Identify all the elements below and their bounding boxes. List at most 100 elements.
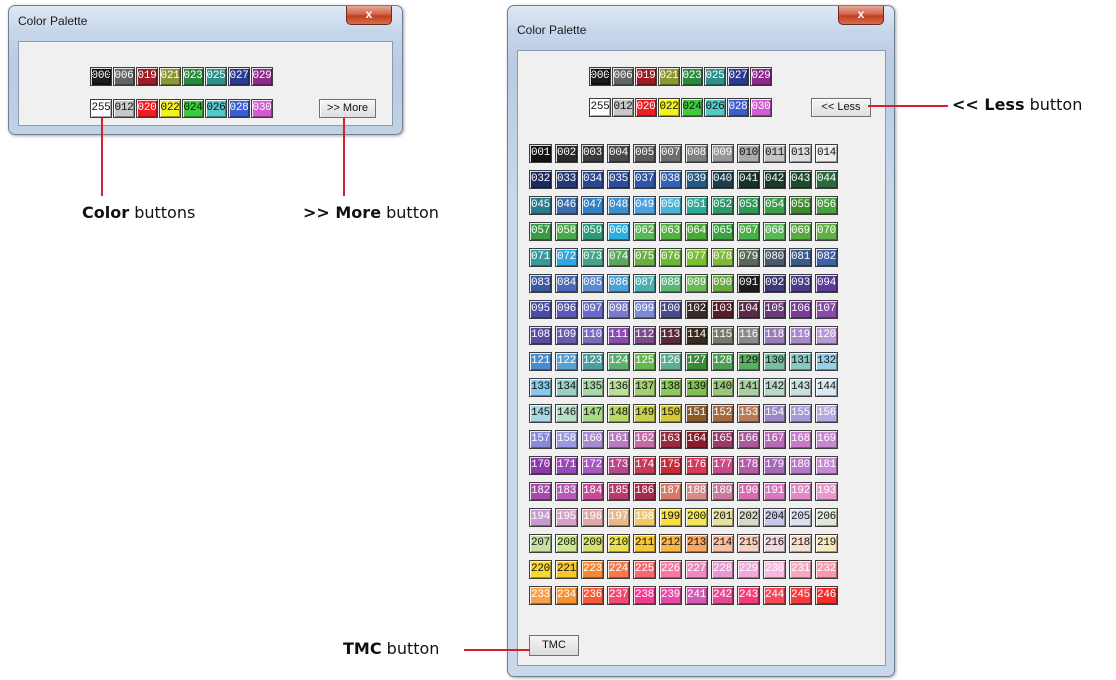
- color-button-135[interactable]: 135: [581, 378, 604, 397]
- color-button-022[interactable]: 022: [658, 98, 680, 117]
- color-button-198[interactable]: 198: [633, 508, 656, 527]
- color-button-140[interactable]: 140: [711, 378, 734, 397]
- color-button-001[interactable]: 001: [529, 144, 552, 163]
- color-button-244[interactable]: 244: [763, 586, 786, 605]
- color-button-114[interactable]: 114: [685, 326, 708, 345]
- color-button-044[interactable]: 044: [815, 170, 838, 189]
- color-button-169[interactable]: 169: [815, 430, 838, 449]
- color-button-211[interactable]: 211: [633, 534, 656, 553]
- color-button-218[interactable]: 218: [789, 534, 812, 553]
- color-button-063[interactable]: 063: [659, 222, 682, 241]
- color-button-049[interactable]: 049: [633, 196, 656, 215]
- color-button-040[interactable]: 040: [711, 170, 734, 189]
- color-button-032[interactable]: 032: [529, 170, 552, 189]
- color-button-118[interactable]: 118: [763, 326, 786, 345]
- color-button-024[interactable]: 024: [182, 99, 204, 118]
- color-button-242[interactable]: 242: [711, 586, 734, 605]
- color-button-109[interactable]: 109: [555, 326, 578, 345]
- color-button-143[interactable]: 143: [789, 378, 812, 397]
- color-button-209[interactable]: 209: [581, 534, 604, 553]
- color-button-180[interactable]: 180: [789, 456, 812, 475]
- color-button-047[interactable]: 047: [581, 196, 604, 215]
- color-button-095[interactable]: 095: [529, 300, 552, 319]
- color-button-153[interactable]: 153: [737, 404, 760, 423]
- color-button-116[interactable]: 116: [737, 326, 760, 345]
- close-button[interactable]: x: [838, 6, 884, 25]
- color-button-067[interactable]: 067: [737, 222, 760, 241]
- color-button-168[interactable]: 168: [789, 430, 812, 449]
- color-button-054[interactable]: 054: [763, 196, 786, 215]
- color-button-230[interactable]: 230: [763, 560, 786, 579]
- color-button-009[interactable]: 009: [711, 144, 734, 163]
- color-button-072[interactable]: 072: [555, 248, 578, 267]
- color-button-224[interactable]: 224: [607, 560, 630, 579]
- color-button-025[interactable]: 025: [704, 67, 726, 86]
- color-button-161[interactable]: 161: [607, 430, 630, 449]
- color-button-075[interactable]: 075: [633, 248, 656, 267]
- color-button-065[interactable]: 065: [711, 222, 734, 241]
- color-button-231[interactable]: 231: [789, 560, 812, 579]
- color-button-233[interactable]: 233: [529, 586, 552, 605]
- more-button[interactable]: >> More: [319, 99, 376, 118]
- color-button-073[interactable]: 073: [581, 248, 604, 267]
- color-button-122[interactable]: 122: [555, 352, 578, 371]
- color-button-131[interactable]: 131: [789, 352, 812, 371]
- color-button-170[interactable]: 170: [529, 456, 552, 475]
- color-button-142[interactable]: 142: [763, 378, 786, 397]
- color-button-069[interactable]: 069: [789, 222, 812, 241]
- color-button-255[interactable]: 255: [90, 99, 112, 118]
- color-button-014[interactable]: 014: [815, 144, 838, 163]
- color-button-148[interactable]: 148: [607, 404, 630, 423]
- color-button-035[interactable]: 035: [607, 170, 630, 189]
- color-button-057[interactable]: 057: [529, 222, 552, 241]
- color-button-194[interactable]: 194: [529, 508, 552, 527]
- color-button-129[interactable]: 129: [737, 352, 760, 371]
- color-button-220[interactable]: 220: [529, 560, 552, 579]
- color-button-232[interactable]: 232: [815, 560, 838, 579]
- color-button-126[interactable]: 126: [659, 352, 682, 371]
- color-button-243[interactable]: 243: [737, 586, 760, 605]
- color-button-188[interactable]: 188: [685, 482, 708, 501]
- color-button-150[interactable]: 150: [659, 404, 682, 423]
- color-button-104[interactable]: 104: [737, 300, 760, 319]
- color-button-137[interactable]: 137: [633, 378, 656, 397]
- color-button-005[interactable]: 005: [633, 144, 656, 163]
- color-button-021[interactable]: 021: [159, 67, 181, 86]
- color-button-070[interactable]: 070: [815, 222, 838, 241]
- color-button-110[interactable]: 110: [581, 326, 604, 345]
- color-button-208[interactable]: 208: [555, 534, 578, 553]
- color-button-127[interactable]: 127: [685, 352, 708, 371]
- color-button-045[interactable]: 045: [529, 196, 552, 215]
- color-button-103[interactable]: 103: [711, 300, 734, 319]
- color-button-200[interactable]: 200: [685, 508, 708, 527]
- color-button-158[interactable]: 158: [555, 430, 578, 449]
- color-button-221[interactable]: 221: [555, 560, 578, 579]
- color-button-139[interactable]: 139: [685, 378, 708, 397]
- color-button-167[interactable]: 167: [763, 430, 786, 449]
- color-button-157[interactable]: 157: [529, 430, 552, 449]
- color-button-039[interactable]: 039: [685, 170, 708, 189]
- color-button-191[interactable]: 191: [763, 482, 786, 501]
- color-button-201[interactable]: 201: [711, 508, 734, 527]
- color-button-212[interactable]: 212: [659, 534, 682, 553]
- color-button-107[interactable]: 107: [815, 300, 838, 319]
- color-button-100[interactable]: 100: [659, 300, 682, 319]
- color-button-134[interactable]: 134: [555, 378, 578, 397]
- color-button-175[interactable]: 175: [659, 456, 682, 475]
- color-button-144[interactable]: 144: [815, 378, 838, 397]
- color-button-098[interactable]: 098: [607, 300, 630, 319]
- color-button-155[interactable]: 155: [789, 404, 812, 423]
- color-button-006[interactable]: 006: [113, 67, 135, 86]
- color-button-125[interactable]: 125: [633, 352, 656, 371]
- color-button-227[interactable]: 227: [685, 560, 708, 579]
- color-button-091[interactable]: 091: [737, 274, 760, 293]
- color-button-185[interactable]: 185: [607, 482, 630, 501]
- color-button-033[interactable]: 033: [555, 170, 578, 189]
- color-button-087[interactable]: 087: [633, 274, 656, 293]
- color-button-002[interactable]: 002: [555, 144, 578, 163]
- color-button-046[interactable]: 046: [555, 196, 578, 215]
- color-button-216[interactable]: 216: [763, 534, 786, 553]
- color-button-207[interactable]: 207: [529, 534, 552, 553]
- color-button-149[interactable]: 149: [633, 404, 656, 423]
- color-button-219[interactable]: 219: [815, 534, 838, 553]
